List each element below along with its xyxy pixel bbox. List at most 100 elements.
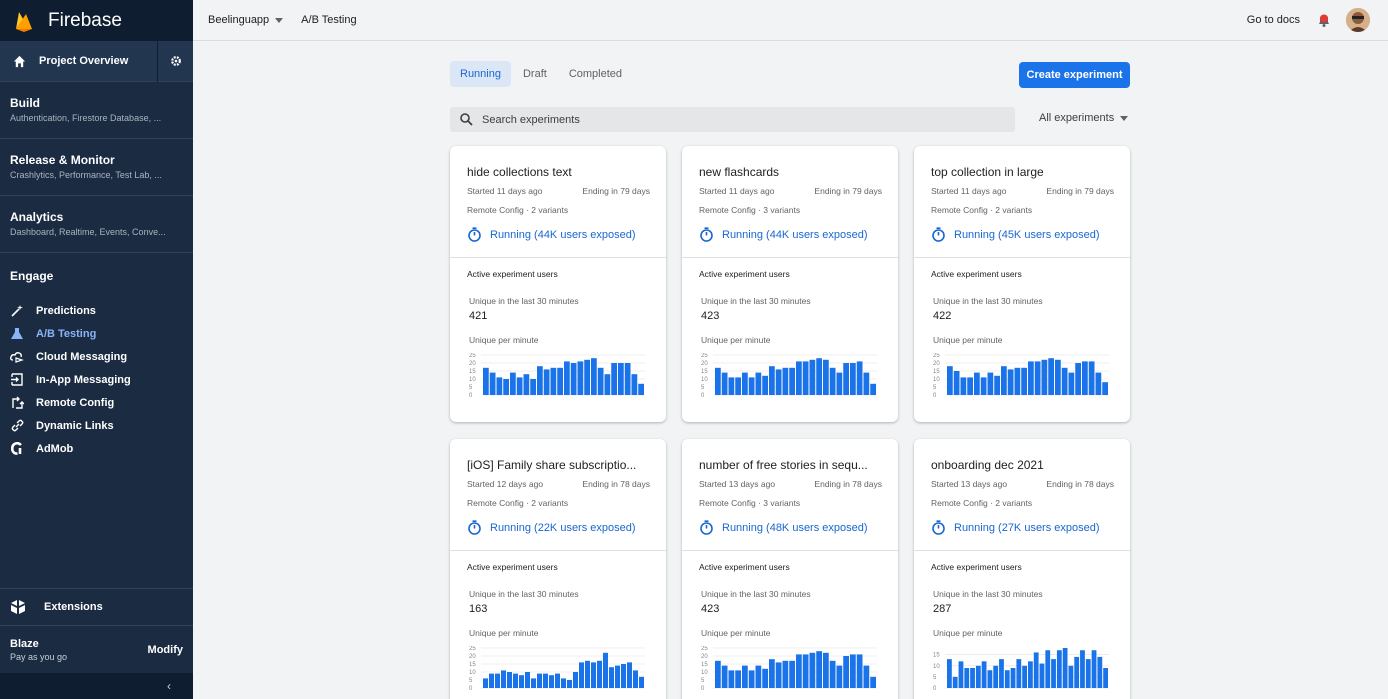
y-tick-label: 0 <box>701 393 705 398</box>
ending-text: Ending in 79 days <box>1046 186 1114 196</box>
chart-bar <box>975 665 981 688</box>
sidebar-item-cloud-messaging[interactable]: Cloud Messaging <box>10 345 183 368</box>
started-text: Started 13 days ago <box>699 479 776 489</box>
chart-bar <box>1051 659 1056 688</box>
y-tick-label: 10 <box>933 664 940 670</box>
project-selector[interactable]: Beelinguapp <box>208 14 284 26</box>
project-overview[interactable]: Project Overview <box>0 40 193 82</box>
chart-bar <box>639 676 644 688</box>
tab-draft[interactable]: Draft <box>513 61 557 87</box>
y-tick-label: 0 <box>701 686 705 691</box>
unique-per-minute-label: Unique per minute <box>469 628 539 638</box>
y-tick-label: 15 <box>701 369 708 375</box>
chart-bar <box>715 660 721 688</box>
create-experiment-button[interactable]: Create experiment <box>1019 62 1130 88</box>
tab-completed[interactable]: Completed <box>559 61 632 87</box>
brand[interactable]: Firebase <box>0 0 193 41</box>
chart-bar <box>513 673 518 688</box>
experiment-card[interactable]: number of free stories in sequ... Starte… <box>682 439 898 699</box>
section-subtitle: Dashboard, Realtime, Events, Conve... <box>10 227 166 237</box>
avatar[interactable] <box>1346 8 1370 32</box>
chart-bar <box>850 654 856 688</box>
chart-bar <box>802 654 809 688</box>
sidebar-item-extensions[interactable]: Extensions <box>0 588 193 626</box>
chart-bar <box>802 361 809 395</box>
chart-bar <box>856 654 863 688</box>
experiment-card[interactable]: [iOS] Family share subscriptio... Starte… <box>450 439 666 699</box>
chart-bar <box>597 367 604 395</box>
section-subtitle: Authentication, Firestore Database, ... <box>10 113 162 123</box>
experiment-title[interactable]: onboarding dec 2021 <box>931 458 1114 472</box>
collapse-sidebar-button[interactable]: ‹ <box>0 673 193 699</box>
experiment-title[interactable]: hide collections text <box>467 165 650 179</box>
home-icon <box>13 55 26 67</box>
chart-bar <box>782 367 789 395</box>
chart-bar <box>1062 648 1068 688</box>
y-tick-label: 20 <box>701 361 708 367</box>
y-tick-label: 5 <box>469 385 473 391</box>
experiment-title[interactable]: top collection in large <box>931 165 1114 179</box>
experiment-config: Remote Config · 2 variants <box>467 498 569 508</box>
chart-bar <box>561 678 566 688</box>
sidebar-item-in-app-messaging[interactable]: In-App Messaging <box>10 368 183 391</box>
y-tick-label: 10 <box>933 377 940 383</box>
y-tick-label: 0 <box>933 393 937 398</box>
experiment-filter-dropdown[interactable]: All experiments <box>1039 112 1129 124</box>
chart-bar <box>1010 668 1016 688</box>
experiment-title[interactable]: number of free stories in sequ... <box>699 458 882 472</box>
card-body: Active experiment users Unique in the la… <box>450 551 666 691</box>
caret-down-icon <box>275 17 284 23</box>
settings-button[interactable] <box>157 40 193 82</box>
chart-bar <box>775 662 782 688</box>
chart-bar <box>503 379 509 395</box>
card-body: Active experiment users Unique in the la… <box>450 258 666 398</box>
sidebar-section-release-monitor[interactable]: Release & Monitor Crashlytics, Performan… <box>0 139 193 196</box>
sidebar-item-predictions[interactable]: Predictions <box>10 299 183 322</box>
notification-bell-icon[interactable] <box>1316 12 1332 28</box>
experiment-card[interactable]: hide collections text Started 11 days ag… <box>450 146 666 422</box>
chart-bar <box>489 673 494 688</box>
chart-bar <box>970 668 975 688</box>
gear-icon <box>170 56 181 66</box>
y-tick-label: 5 <box>701 678 705 684</box>
started-text: Started 13 days ago <box>931 479 1008 489</box>
chart-bar <box>947 659 952 688</box>
sidebar-section-analytics[interactable]: Analytics Dashboard, Realtime, Events, C… <box>0 196 193 253</box>
ending-text: Ending in 78 days <box>582 479 650 489</box>
tab-running[interactable]: Running <box>450 61 511 87</box>
sidebar-item-admob[interactable]: AdMob <box>10 437 183 460</box>
chart-bar <box>816 358 822 395</box>
chart-bar <box>863 372 870 395</box>
experiment-card[interactable]: top collection in large Started 11 days … <box>914 146 1130 422</box>
timer-icon <box>700 520 713 535</box>
experiment-title[interactable]: new flashcards <box>699 165 882 179</box>
search-icon <box>460 113 473 126</box>
chart-bar <box>531 678 536 688</box>
chart-bar <box>796 654 802 688</box>
active-users-heading: Active experiment users <box>467 269 558 279</box>
section-title[interactable]: Engage <box>10 269 183 283</box>
experiment-title[interactable]: [iOS] Family share subscriptio... <box>467 458 650 472</box>
sidebar-section-build[interactable]: Build Authentication, Firestore Database… <box>0 82 193 139</box>
active-users-heading: Active experiment users <box>699 562 790 572</box>
modify-plan-button[interactable]: Modify <box>148 644 183 656</box>
chart-bar <box>507 672 512 688</box>
chart-bar <box>1004 670 1010 688</box>
go-to-docs-link[interactable]: Go to docs <box>1247 14 1300 26</box>
sidebar-item-ab-testing[interactable]: A/B Testing <box>10 322 183 345</box>
sidebar-item-remote-config[interactable]: Remote Config <box>10 391 183 414</box>
sidebar-item-dynamic-links[interactable]: Dynamic Links <box>10 414 183 437</box>
chart-bar <box>1088 361 1095 395</box>
chart-bar <box>579 662 584 688</box>
users-per-minute-chart: 25 20 15 10 5 0 <box>469 353 645 398</box>
experiment-card[interactable]: new flashcards Started 11 days ago Endin… <box>682 146 898 422</box>
chart-bar <box>870 676 876 688</box>
ending-text: Ending in 79 days <box>582 186 650 196</box>
search-input[interactable] <box>482 113 982 126</box>
chart-bar <box>823 359 829 395</box>
chart-bar <box>850 363 856 395</box>
chart-bar <box>627 662 632 688</box>
experiment-card[interactable]: onboarding dec 2021 Started 13 days ago … <box>914 439 1130 699</box>
chart-bar <box>584 359 590 395</box>
chart-bar <box>577 361 584 395</box>
